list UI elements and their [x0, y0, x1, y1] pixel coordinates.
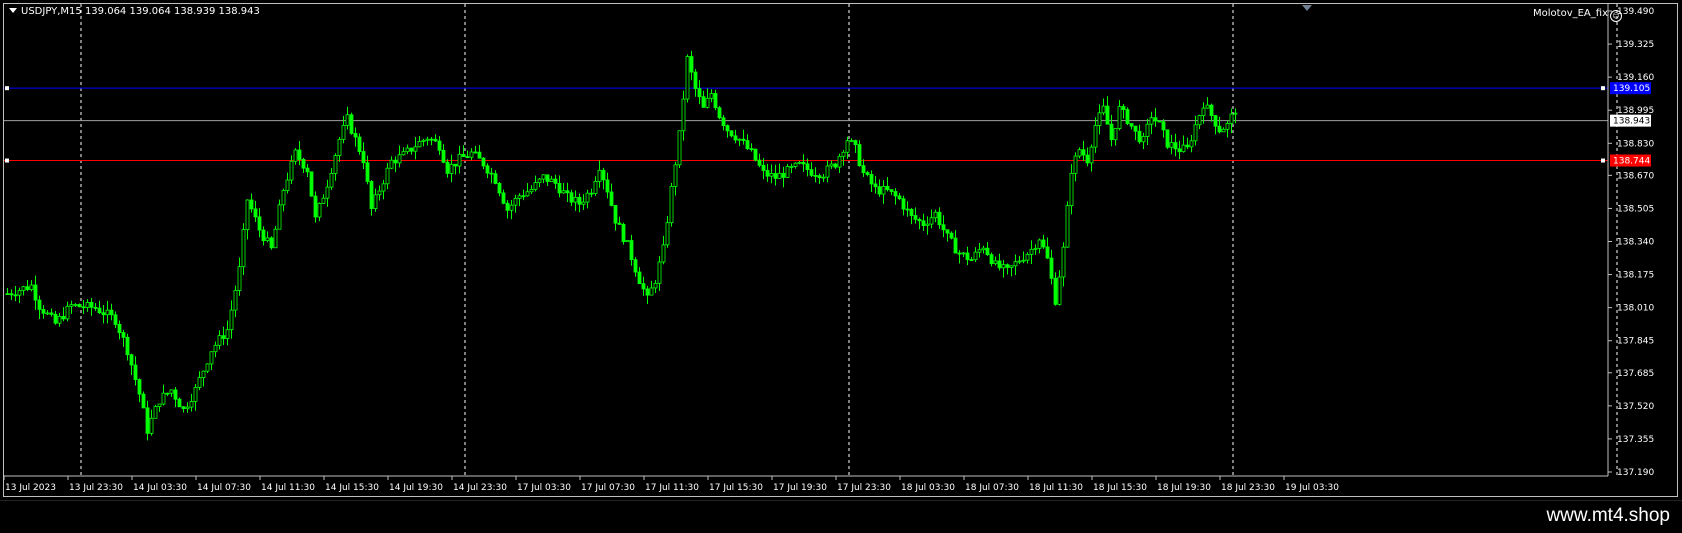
chart-window[interactable]: 139.490 139.325 139.160 138.995 138.830 138.6… — [0, 0, 1682, 500]
symbol-text: USDJPY,M15 139.064 139.064 138.939 138.9… — [21, 6, 260, 17]
footer-bar: www.mt4.shop — [0, 500, 1682, 533]
smiley-icon[interactable]: ☺ — [1610, 10, 1622, 22]
collapse-triangle-icon[interactable] — [9, 8, 17, 13]
chart-frame — [3, 3, 1678, 497]
ea-name: Molotov_EA_fix — [1533, 8, 1608, 19]
expert-advisor-label[interactable]: Molotov_EA_fix ☺ — [1533, 8, 1622, 22]
symbol-info: USDJPY,M15 139.064 139.064 138.939 138.9… — [9, 6, 260, 17]
watermark-text: www.mt4.shop — [1546, 505, 1670, 526]
